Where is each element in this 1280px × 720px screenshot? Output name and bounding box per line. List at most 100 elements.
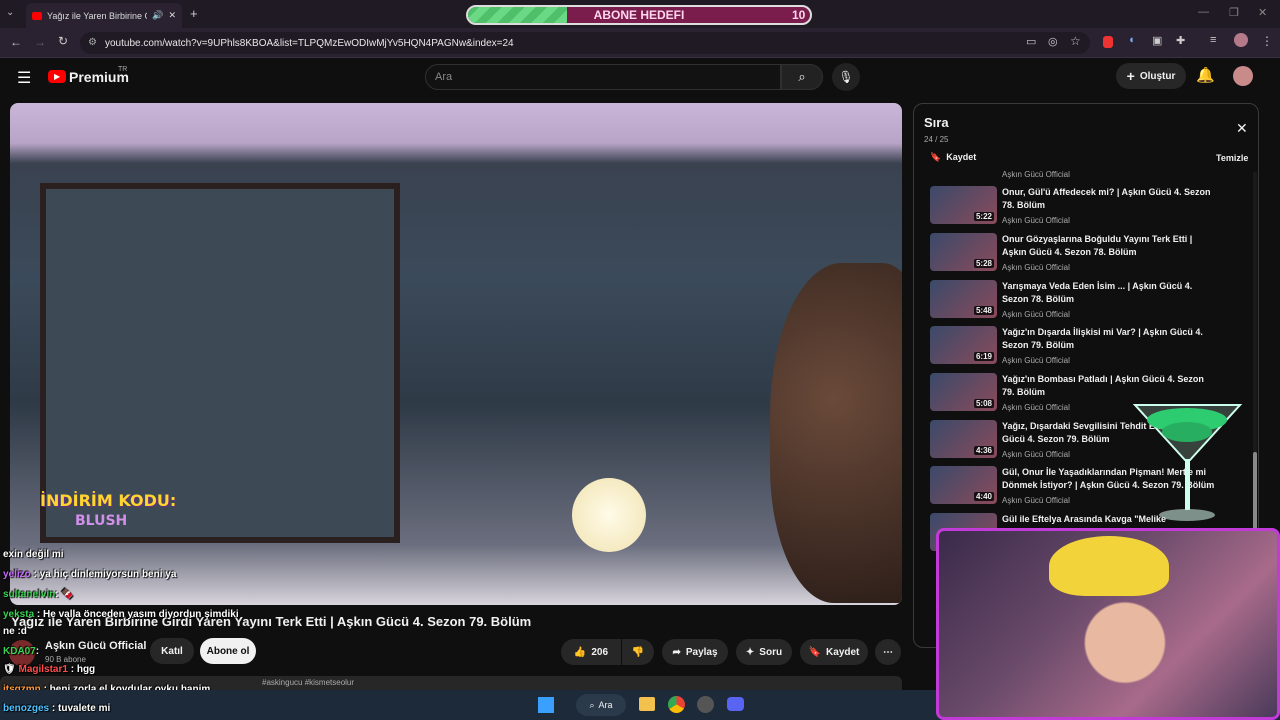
video-thumbnail: 4:36	[930, 420, 997, 458]
video-player[interactable]: İNDİRİM KODU: BLUSH	[10, 103, 902, 605]
account-avatar[interactable]	[1233, 66, 1253, 86]
discord-icon[interactable]	[727, 697, 744, 711]
file-explorer-icon[interactable]	[639, 697, 655, 711]
chat-username: yelizo	[3, 569, 31, 580]
chat-message: exin değil mi	[3, 549, 64, 560]
queue-item-channel: Aşkın Gücü Official	[1002, 263, 1070, 272]
speaker-icon[interactable]: 🔊	[152, 10, 163, 21]
ask-button[interactable]: ✦ Soru	[736, 639, 792, 665]
microphone-icon: 🎙	[838, 70, 854, 84]
queue-top-channel: Aşkın Gücü Official	[1002, 170, 1070, 179]
back-icon[interactable]: ←	[10, 35, 22, 49]
tab-title: Yağız ile Yaren Birbirine Gir	[47, 10, 148, 21]
queue-item[interactable]: 5:28 Onur Gözyaşlarına Boğuldu Yayını Ter…	[930, 233, 1250, 279]
extension-audio-icon[interactable]: ◖	[1128, 34, 1135, 46]
new-tab-icon[interactable]: +	[190, 6, 198, 21]
window-close-icon[interactable]: ✕	[1258, 6, 1267, 19]
chat-text: :	[55, 589, 59, 600]
duration-badge: 5:22	[973, 212, 994, 221]
hamburger-menu-icon[interactable]: ☰	[17, 68, 31, 88]
search-icon: ⌕	[589, 699, 595, 710]
queue-item[interactable]: 5:48 Yarışmaya Veda Eden İsim ... | Aşkın…	[930, 280, 1250, 326]
duration-badge: 4:40	[973, 492, 994, 501]
tab-list-icon[interactable]: ⌄	[6, 7, 14, 18]
chat-message: ne :d	[3, 626, 27, 637]
hashtags: #askingucu #kismetseolur	[262, 678, 355, 687]
dislike-button[interactable]: 👎	[622, 639, 654, 665]
url-text: youtube.com/watch?v=9UPhls8KBOA&list=TLP…	[105, 37, 514, 49]
chat-message: 🛡 Magilstar1 : hgg	[3, 664, 95, 675]
minimize-icon[interactable]: —	[1198, 6, 1209, 18]
obs-icon[interactable]	[697, 696, 714, 713]
subscribe-button[interactable]: Abone ol	[200, 638, 256, 664]
cast-icon[interactable]: ▭	[1026, 35, 1036, 48]
chat-message: yeksta : He valla önceden yasım diyordun…	[3, 609, 239, 620]
like-count: 206	[591, 646, 609, 658]
video-thumbnail: 5:22	[930, 186, 997, 224]
media-icon[interactable]: ≡	[1210, 34, 1216, 46]
duration-badge: 6:19	[973, 352, 994, 361]
chrome-icon[interactable]	[668, 696, 685, 713]
queue-item-channel: Aşkın Gücü Official	[1002, 356, 1070, 365]
queue-save-button[interactable]: 🔖 Kaydet	[930, 152, 976, 163]
start-menu-icon[interactable]	[538, 697, 554, 713]
cocktail-glass-overlay	[1132, 404, 1243, 521]
video-thumbnail: 5:48	[930, 280, 997, 318]
search-input[interactable]: Ara	[425, 64, 781, 90]
tab-close-icon[interactable]: ✕	[168, 10, 176, 21]
site-info-icon[interactable]: ⚙	[88, 37, 97, 48]
plus-icon: +	[1126, 68, 1135, 84]
queue-item-channel: Aşkın Gücü Official	[1002, 403, 1070, 412]
forward-icon[interactable]: →	[34, 35, 46, 49]
save-button[interactable]: 🔖 Kaydet	[800, 639, 868, 665]
chat-message: sultanelvin: 🍫	[3, 589, 74, 600]
search-placeholder: Ara	[435, 71, 453, 83]
video-thumbnail: 4:40	[930, 466, 997, 504]
bookmark-star-icon[interactable]: ☆	[1070, 34, 1081, 48]
reload-icon[interactable]: ↻	[58, 34, 68, 48]
duration-badge: 4:36	[973, 446, 994, 455]
queue-item[interactable]: 5:22 Onur, Gül'ü Affedecek mi? | Aşkın Gü…	[930, 186, 1250, 232]
queue-clear-button[interactable]: Temizle	[1216, 153, 1248, 163]
queue-scrollbar[interactable]	[1253, 172, 1257, 552]
queue-item-title: Yağız'ın Bombası Patladı | Aşkın Gücü 4.…	[1002, 374, 1204, 397]
bookmark-icon: 🔖	[930, 152, 942, 162]
queue-item-channel: Aşkın Gücü Official	[1002, 216, 1070, 225]
emote-icon: 🍫	[61, 589, 74, 600]
notifications-bell-icon[interactable]: 🔔	[1196, 66, 1215, 84]
share-button[interactable]: ➦ Paylaş	[662, 639, 728, 665]
more-actions-button[interactable]: ⋯	[875, 639, 901, 665]
video-scene-mirror	[40, 183, 400, 543]
promo-code-value: BLUSH	[75, 513, 128, 529]
chat-message: yelizo : ya hiç dinlemiyorsun beni ya	[3, 569, 176, 580]
address-bar[interactable]: ⚙ youtube.com/watch?v=9UPhls8KBOA&list=T…	[80, 32, 1090, 54]
eye-off-icon[interactable]: ◎	[1048, 35, 1058, 48]
youtube-logo-icon[interactable]: ▶	[48, 70, 66, 83]
queue-close-icon[interactable]: ✕	[1236, 120, 1248, 137]
search-button[interactable]: ⌕	[781, 64, 823, 90]
puzzle-icon[interactable]: ✚	[1176, 34, 1185, 47]
like-button[interactable]: 👍 206	[561, 639, 621, 665]
restore-icon[interactable]: ❐	[1229, 6, 1239, 19]
chat-message: KDA07:	[3, 646, 39, 657]
chat-message: benozges : tuvalete mi	[3, 703, 110, 714]
chat-text: : ya hiç dinlemiyorsun beni ya	[33, 569, 177, 580]
extension-red-icon[interactable]	[1103, 36, 1113, 48]
queue-item[interactable]: 6:19 Yağız'ın Dışarda İlişkisi mi Var? | …	[930, 326, 1250, 372]
channel-name[interactable]: Aşkın Gücü Official	[45, 640, 146, 652]
taskbar-search[interactable]: ⌕ Ara	[576, 694, 626, 716]
profile-avatar[interactable]	[1234, 33, 1248, 47]
browser-tab[interactable]: Yağız ile Yaren Birbirine Gir 🔊 ✕	[26, 3, 182, 28]
voice-search-button[interactable]: 🎙	[832, 63, 860, 91]
streamer-webcam	[936, 528, 1280, 720]
join-button[interactable]: Katıl	[150, 638, 194, 664]
video-scene-person	[770, 263, 902, 603]
extension-icon[interactable]: ▣	[1152, 34, 1162, 47]
browser-menu-icon[interactable]: ⋮	[1261, 34, 1273, 48]
region-code: TR	[118, 66, 128, 73]
queue-item-channel: Aşkın Gücü Official	[1002, 450, 1070, 459]
create-button[interactable]: + Oluştur	[1116, 63, 1186, 89]
queue-item-title: Yarışmaya Veda Eden İsim ... | Aşkın Güc…	[1002, 281, 1193, 304]
chat-username: KDA07	[3, 646, 36, 657]
bookmark-icon: 🔖	[808, 646, 822, 658]
